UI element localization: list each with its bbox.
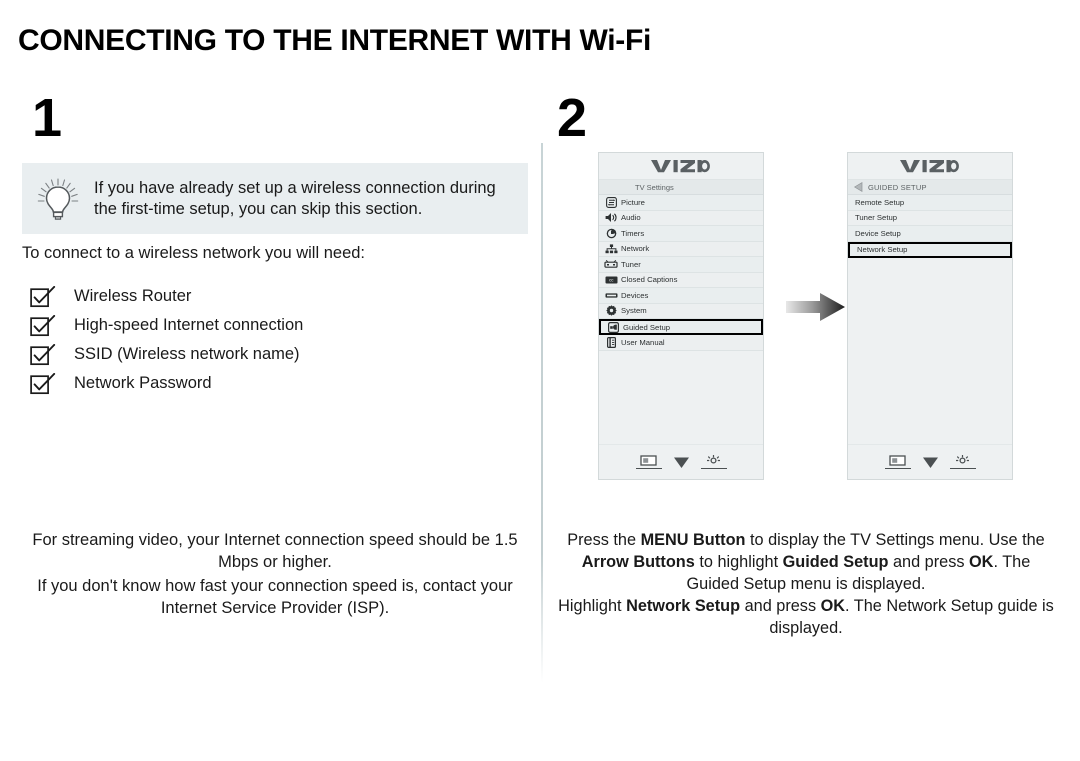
menu-item-label: User Manual <box>621 337 665 347</box>
requirement-item: SSID (Wireless network name) <box>30 340 510 369</box>
menu-instructions-1: Press the MENU Button to display the TV … <box>556 529 1056 595</box>
guided-setup-header: GUIDED SETUP <box>848 180 1012 195</box>
lightbulb-icon <box>22 176 94 222</box>
speaker-icon <box>603 212 619 223</box>
menu-item-tuner-setup[interactable]: Tuner Setup <box>848 210 1012 226</box>
emphasis-text: Arrow Buttons <box>581 553 695 571</box>
menu-item-label: Timers <box>621 228 645 238</box>
requirement-item: Wireless Router <box>30 282 510 311</box>
tuner-icon <box>603 259 619 269</box>
menu-item-label: Network Setup <box>857 245 908 254</box>
requirement-label: SSID (Wireless network name) <box>74 345 300 363</box>
panel-footer-1 <box>599 444 763 479</box>
step-number-2: 2 <box>557 88 588 148</box>
menu-item-device-setup[interactable]: Device Setup <box>848 226 1012 242</box>
picture-icon <box>603 196 619 208</box>
screen-icon[interactable] <box>635 455 662 470</box>
network-icon <box>603 244 619 254</box>
requirement-item: Network Password <box>30 369 510 398</box>
tv-settings-menu-rows: Picture Audio Timers Network Tuner cc Closed C… <box>599 195 763 351</box>
menu-item-label: Tuner <box>621 259 641 269</box>
menu-item-label: System <box>621 306 647 316</box>
guided-setup-header-label: GUIDED SETUP <box>868 182 927 192</box>
requirement-item: High-speed Internet connection <box>30 311 510 340</box>
closed-caption-icon: cc <box>603 276 619 284</box>
menu-item-label: Remote Setup <box>855 197 905 207</box>
menu-item-timers[interactable]: Timers <box>599 226 763 242</box>
emphasis-text: OK <box>820 597 846 615</box>
menu-item-label: Audio <box>621 213 641 223</box>
requirement-label: High-speed Internet connection <box>74 316 304 334</box>
menu-item-guided-setup[interactable]: Guided Setup <box>599 319 763 335</box>
panel-spacer-1 <box>599 350 763 444</box>
checkbox-checked-icon <box>30 372 72 395</box>
checkbox-checked-icon <box>30 285 72 308</box>
tip-box: If you have already set up a wireless co… <box>22 163 528 234</box>
emphasis-text: OK <box>969 553 994 571</box>
menu-item-label: Picture <box>621 197 645 207</box>
panel-spacer-2 <box>848 257 1012 444</box>
panel-footer-2 <box>848 444 1012 479</box>
vizio-logo <box>599 153 763 180</box>
menu-item-label: Devices <box>621 290 649 300</box>
menu-item-label: Network <box>621 244 650 254</box>
emphasis-text: MENU Button <box>640 531 746 549</box>
tv-settings-header: TV Settings <box>599 180 763 195</box>
chevron-down-icon[interactable] <box>922 456 939 469</box>
menu-item-picture[interactable]: Picture <box>599 195 763 211</box>
menu-instructions-2: Highlight Network Setup and press OK. Th… <box>556 595 1056 639</box>
guided-setup-icon <box>605 321 621 333</box>
brightness-icon[interactable] <box>949 454 976 470</box>
requirement-label: Network Password <box>74 374 212 392</box>
streaming-speed-note: For streaming video, your Internet conne… <box>32 531 518 571</box>
body-text: to highlight <box>694 553 783 571</box>
menu-item-system[interactable]: System <box>599 303 763 319</box>
body-text: Press the <box>567 531 641 549</box>
requirements-intro: To connect to a wireless network you wil… <box>22 244 366 262</box>
vizio-logo-2 <box>848 153 1012 180</box>
menu-item-remote-setup[interactable]: Remote Setup <box>848 195 1012 211</box>
gear-icon <box>603 305 619 316</box>
tip-text: If you have already set up a wireless co… <box>94 178 496 218</box>
manual-icon <box>603 336 619 348</box>
back-arrow-icon[interactable] <box>854 182 863 192</box>
menu-item-closed-captions[interactable]: cc Closed Captions <box>599 272 763 288</box>
chevron-down-icon[interactable] <box>673 456 690 469</box>
right-arrow-icon <box>786 290 846 324</box>
tv-settings-header-label: TV Settings <box>635 182 674 192</box>
requirements-list: Wireless Router High-speed Internet conne… <box>30 282 510 398</box>
menu-item-label: Closed Captions <box>621 275 678 285</box>
requirement-label: Wireless Router <box>74 287 192 305</box>
page-title: CONNECTING TO THE INTERNET WITH Wi-Fi <box>18 24 652 57</box>
emphasis-text: Guided Setup <box>782 553 889 571</box>
menu-item-label: Guided Setup <box>623 322 671 332</box>
isp-note: If you don't know how fast your connecti… <box>37 577 513 617</box>
body-text: Highlight <box>558 597 627 615</box>
menu-item-label: Device Setup <box>855 228 901 238</box>
checkbox-checked-icon <box>30 314 72 337</box>
body-text: and press <box>740 597 821 615</box>
menu-item-label: Tuner Setup <box>855 213 898 223</box>
guided-setup-menu-panel: GUIDED SETUP Remote Setup Tuner Setup Devi… <box>847 152 1013 480</box>
menu-item-devices[interactable]: Devices <box>599 288 763 304</box>
menu-item-network[interactable]: Network <box>599 241 763 257</box>
guided-setup-menu-rows: Remote Setup Tuner Setup Device Setup Netwo… <box>848 195 1012 258</box>
step-number-1: 1 <box>32 88 63 148</box>
checkbox-checked-icon <box>30 343 72 366</box>
emphasis-text: Network Setup <box>626 597 741 615</box>
column-divider <box>541 143 543 683</box>
menu-item-user-manual[interactable]: User Manual <box>599 335 763 351</box>
clock-icon <box>603 228 619 239</box>
tv-settings-menu-panel: TV Settings Picture Audio Timers Network Tun… <box>598 152 764 480</box>
body-text: and press <box>888 553 970 571</box>
menu-item-audio[interactable]: Audio <box>599 210 763 226</box>
devices-icon <box>603 292 619 299</box>
menu-item-network-setup[interactable]: Network Setup <box>848 241 1012 258</box>
menu-item-tuner[interactable]: Tuner <box>599 257 763 273</box>
brightness-icon[interactable] <box>700 454 727 470</box>
screen-icon[interactable] <box>884 455 911 470</box>
body-text: to display the TV Settings menu. Use the <box>745 531 1045 549</box>
